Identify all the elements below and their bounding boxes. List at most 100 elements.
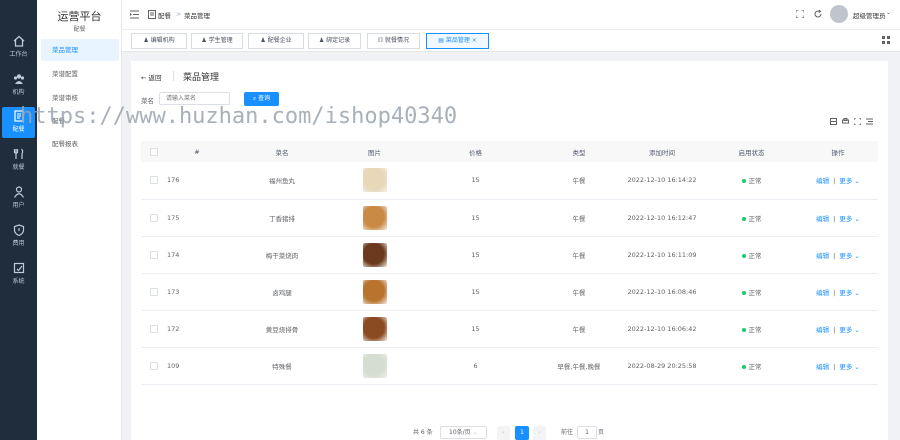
rail-item-workbench[interactable]: 工作台: [2, 32, 35, 62]
refresh-icon[interactable]: [814, 10, 822, 18]
hamburger-icon[interactable]: [130, 10, 139, 19]
grid-icon[interactable]: [882, 36, 890, 44]
goto-page-input[interactable]: [577, 426, 597, 439]
menu-item-meal-report[interactable]: 配餐报表: [41, 133, 119, 155]
status-dot: [741, 216, 746, 221]
menu-item-recipe-config[interactable]: 菜谱配置: [41, 63, 119, 85]
cell-name: 特殊餐: [227, 347, 337, 385]
more-link[interactable]: 更多: [839, 177, 852, 185]
col-header-actions: 操作: [798, 141, 878, 162]
edit-link[interactable]: 编辑: [816, 363, 829, 371]
cell-id: 173: [167, 273, 227, 311]
more-link[interactable]: 更多: [839, 289, 852, 297]
org-icon: [13, 74, 24, 84]
tab-dish-manage[interactable]: ▤ 菜品管理 ×: [426, 33, 489, 49]
list-settings-icon[interactable]: [866, 118, 873, 125]
dish-thumbnail[interactable]: [362, 242, 387, 267]
chevron-down-icon[interactable]: ⌄: [854, 177, 859, 185]
chevron-down-icon[interactable]: ⌄: [854, 215, 859, 223]
row-checkbox[interactable]: [150, 250, 158, 259]
more-link[interactable]: 更多: [839, 326, 852, 334]
status-text: 正常: [748, 325, 762, 334]
tab-bind-records[interactable]: ♟ 绑定记录: [308, 33, 361, 49]
row-checkbox[interactable]: [150, 213, 158, 222]
rail-item-fee[interactable]: 费用: [2, 221, 35, 251]
status-text: 正常: [748, 362, 762, 371]
select-all-checkbox[interactable]: [150, 147, 158, 156]
dish-table: # 菜名 图片 价格 类型 添加时间 启用状态 操作 176 福州鱼丸 15 午餐 20…: [141, 141, 878, 385]
cell-type: 午餐: [539, 310, 619, 348]
row-checkbox[interactable]: [150, 287, 158, 296]
row-select-cell[interactable]: [141, 310, 167, 348]
chevron-down-icon[interactable]: ⌄: [886, 9, 891, 16]
menu-item-dish-manage[interactable]: 菜品管理: [41, 39, 119, 61]
tab-label: 编辑机构: [150, 37, 175, 44]
user-icon: [13, 186, 24, 198]
more-link[interactable]: 更多: [839, 252, 852, 260]
chevron-down-icon[interactable]: ⌄: [854, 289, 859, 297]
avatar[interactable]: [830, 5, 848, 23]
tab-dining-status[interactable]: ℿ 就餐情况: [367, 33, 420, 49]
row-select-cell[interactable]: [141, 236, 167, 274]
dish-thumbnail[interactable]: [362, 205, 387, 230]
row-select-cell[interactable]: [141, 347, 167, 385]
column-toggle-icon[interactable]: [830, 118, 837, 125]
table-header-row: # 菜名 图片 价格 类型 添加时间 启用状态 操作: [141, 141, 878, 162]
chevron-down-icon[interactable]: ⌄: [854, 326, 859, 334]
row-checkbox[interactable]: [150, 324, 158, 333]
close-icon[interactable]: ×: [472, 37, 477, 44]
tab-students[interactable]: ♟ 学生管理: [191, 33, 243, 49]
dish-thumbnail[interactable]: [362, 316, 387, 341]
cell-time: 2022-12-10 16:14:22: [619, 162, 705, 200]
chevron-down-icon[interactable]: ⌄: [854, 252, 859, 260]
row-select-cell[interactable]: [141, 199, 167, 237]
row-select-cell[interactable]: [141, 162, 167, 200]
row-checkbox[interactable]: [150, 361, 158, 370]
edit-link[interactable]: 编辑: [816, 252, 829, 260]
rail-item-system[interactable]: 系统: [2, 259, 35, 289]
fullscreen-icon[interactable]: [796, 10, 804, 18]
cell-status: 正常: [705, 236, 798, 274]
edit-link[interactable]: 编辑: [816, 289, 829, 297]
tab-meal-company[interactable]: ♟ 配餐企业: [248, 33, 304, 49]
status-text: 正常: [748, 177, 762, 186]
rail-item-user[interactable]: 用户: [2, 183, 35, 213]
tab-label: 学生管理: [208, 37, 233, 44]
row-select-cell[interactable]: [141, 273, 167, 311]
search-button-label: 查询: [258, 95, 271, 102]
expand-icon[interactable]: [854, 118, 861, 125]
breadcrumb-root[interactable]: 配餐: [158, 10, 171, 20]
page-size-select[interactable]: 10条/页 ⌄: [440, 426, 487, 439]
dish-thumbnail[interactable]: [362, 353, 387, 378]
action-separator: |: [833, 214, 836, 223]
prev-page-button[interactable]: ‹: [497, 426, 510, 440]
edit-link[interactable]: 编辑: [816, 177, 829, 185]
more-link[interactable]: 更多: [839, 215, 852, 223]
tab-edit-org[interactable]: ♟ 编辑机构: [131, 33, 187, 49]
arrow-left-icon: ←: [141, 74, 147, 82]
next-page-button[interactable]: ›: [533, 426, 546, 440]
col-header-price: 价格: [412, 141, 539, 162]
dish-thumbnail[interactable]: [362, 168, 387, 193]
chevron-down-icon[interactable]: ⌄: [854, 363, 859, 371]
edit-link[interactable]: 编辑: [816, 215, 829, 223]
dish-thumbnail[interactable]: [362, 279, 387, 304]
row-checkbox[interactable]: [150, 176, 158, 185]
col-header-type: 类型: [539, 141, 619, 162]
rail-item-org[interactable]: 机构: [2, 70, 35, 100]
select-all-cell[interactable]: [141, 141, 167, 162]
more-link[interactable]: 更多: [839, 363, 852, 371]
status-dot: [741, 179, 746, 184]
cell-image: [337, 347, 412, 385]
action-separator: |: [833, 325, 836, 334]
back-link[interactable]: ← 返回: [141, 72, 162, 82]
cell-price: 6: [412, 347, 539, 385]
cell-id: 176: [167, 162, 227, 200]
page-number-button[interactable]: 1: [515, 426, 529, 440]
print-icon[interactable]: [842, 118, 849, 125]
user-name[interactable]: 超级管理员: [853, 10, 886, 20]
user-icon: ♟: [260, 37, 266, 44]
edit-link[interactable]: 编辑: [816, 326, 829, 334]
rail-label: 系统: [12, 278, 25, 285]
rail-item-dining[interactable]: 就餐: [2, 145, 35, 175]
